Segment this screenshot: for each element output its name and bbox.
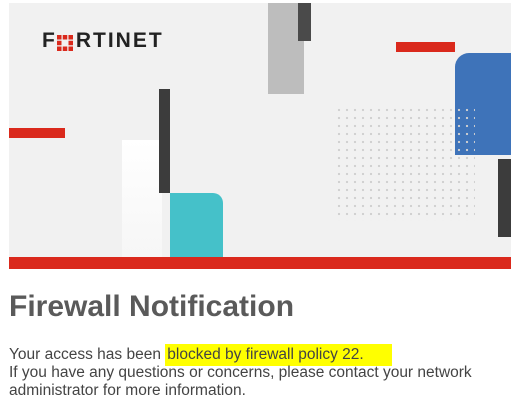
fortinet-logo: F RTINET [42,29,164,52]
message-line-1: Your access has been blocked by firewall… [9,344,519,366]
logo-text-first: F [42,29,57,52]
dot-pattern [335,106,475,221]
teal-block [170,193,223,257]
message-prefix: Your access has been [9,346,161,363]
logo-text-rest: RTINET [75,29,164,52]
header-banner: F RTINET [9,3,511,269]
message-line-3: administrator for more information. [9,382,246,399]
red-bar-left [9,128,65,138]
dark-pillar-right [498,159,511,237]
white-pillar [122,140,162,257]
notification-message: Your access has been blocked by firewall… [9,344,519,400]
block-page: F RTINET Firewall Notification Your acce… [0,0,531,418]
dark-pillar-mid [159,89,170,193]
dark-pillar-top [298,3,311,41]
red-bottom-stripe [9,257,511,269]
red-bar-top [396,42,455,52]
page-title: Firewall Notification [9,290,295,323]
policy-highlight: blocked by firewall policy 22. [165,344,392,366]
message-line-2: If you have any questions or concerns, p… [9,364,472,381]
fortinet-grid-logo-icon [56,33,73,51]
